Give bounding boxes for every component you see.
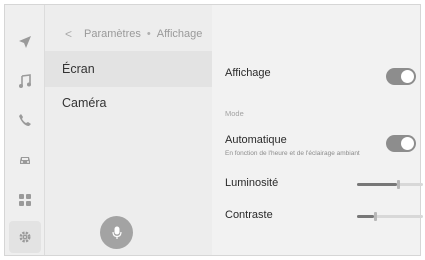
app-frame: < Paramètres • Affichage Écran Caméra Af… <box>4 4 423 256</box>
menu-item-ecran[interactable]: Écran <box>45 51 212 87</box>
apps-icon[interactable] <box>16 191 34 209</box>
automatic-description: En fonction de l'heure et de l'éclairage… <box>225 150 360 157</box>
side-rail <box>5 5 45 255</box>
brightness-label: Luminosité <box>225 177 279 189</box>
automatic-label: Automatique <box>225 134 287 146</box>
toggle-knob <box>401 70 414 83</box>
mode-section-header: Mode <box>225 109 244 118</box>
settings-detail-panel: Affichage Mode Automatique En fonction d… <box>212 5 423 255</box>
microphone-icon <box>111 226 122 239</box>
display-toggle[interactable] <box>386 68 416 85</box>
slider-thumb[interactable] <box>373 212 377 221</box>
toggle-knob <box>401 137 414 150</box>
breadcrumb: < Paramètres • Affichage <box>65 27 202 41</box>
breadcrumb-parent[interactable]: Paramètres <box>84 28 141 40</box>
contrast-slider[interactable] <box>357 212 423 221</box>
settings-icon[interactable] <box>9 221 41 253</box>
car-icon[interactable] <box>16 151 34 169</box>
navigation-icon[interactable] <box>16 33 34 51</box>
voice-button[interactable] <box>100 216 133 249</box>
menu-item-camera[interactable]: Caméra <box>45 85 212 121</box>
phone-icon[interactable] <box>16 111 34 129</box>
brightness-slider[interactable] <box>357 180 423 189</box>
breadcrumb-current: Affichage <box>156 28 203 40</box>
music-icon[interactable] <box>16 72 34 90</box>
contrast-label: Contraste <box>225 209 273 221</box>
settings-menu-panel: < Paramètres • Affichage Écran Caméra <box>45 5 212 255</box>
display-label: Affichage <box>225 67 271 79</box>
slider-fill <box>357 183 397 186</box>
slider-thumb[interactable] <box>396 180 400 189</box>
back-chevron-icon[interactable]: < <box>65 27 72 41</box>
breadcrumb-separator: • <box>146 28 151 40</box>
automatic-toggle[interactable] <box>386 135 416 152</box>
slider-fill <box>357 215 374 218</box>
